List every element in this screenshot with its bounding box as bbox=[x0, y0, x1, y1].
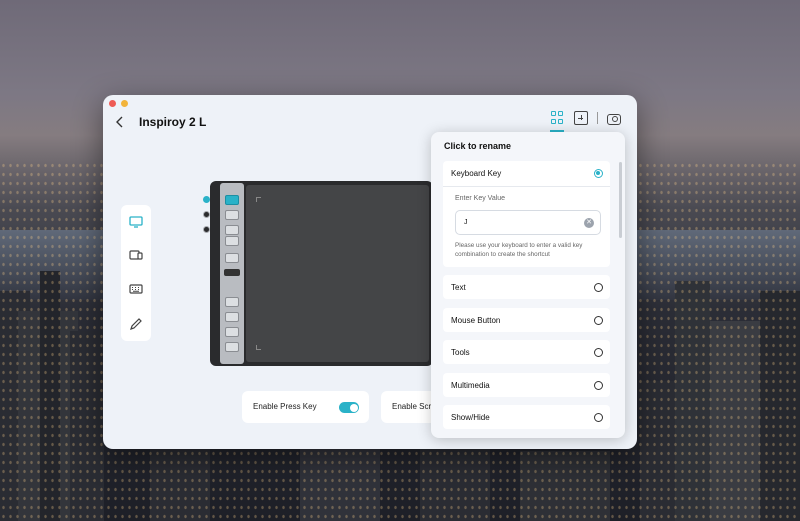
tablet-preview bbox=[203, 181, 433, 366]
option-mouse-button[interactable]: Mouse Button bbox=[443, 308, 610, 332]
minimize-window-button[interactable] bbox=[121, 100, 128, 107]
mouse-button-radio[interactable] bbox=[594, 315, 603, 325]
tools-radio[interactable] bbox=[594, 347, 603, 357]
rename-title[interactable]: Click to rename bbox=[444, 141, 511, 151]
grid-icon[interactable] bbox=[550, 111, 565, 132]
express-key-6[interactable] bbox=[225, 297, 239, 307]
option-text[interactable]: Text bbox=[443, 275, 610, 299]
option-multimedia-label: Multimedia bbox=[451, 381, 490, 390]
page-title: Inspiroy 2 L bbox=[139, 115, 207, 129]
express-key-2[interactable] bbox=[225, 210, 239, 220]
option-show-hide-label: Show/Hide bbox=[451, 413, 490, 422]
multimedia-radio[interactable] bbox=[594, 380, 603, 390]
express-key-dial bbox=[224, 269, 240, 276]
clear-icon[interactable]: ✕ bbox=[584, 218, 594, 228]
camera-icon[interactable] bbox=[607, 113, 621, 125]
enable-press-key-toggle[interactable] bbox=[339, 402, 359, 413]
option-tools[interactable]: Tools bbox=[443, 340, 610, 364]
express-key-7[interactable] bbox=[225, 312, 239, 322]
option-show-hide[interactable]: Show/Hide bbox=[443, 405, 610, 429]
toolbar bbox=[550, 111, 621, 132]
monitor-icon bbox=[129, 216, 143, 228]
keyboard-icon bbox=[129, 284, 143, 294]
option-tools-label: Tools bbox=[451, 348, 470, 357]
sidebar-item-keyboard[interactable] bbox=[127, 280, 145, 298]
key-group-dot-2[interactable] bbox=[203, 211, 210, 218]
toolbar-divider bbox=[597, 112, 598, 124]
express-key-strip bbox=[220, 183, 244, 364]
add-icon[interactable] bbox=[574, 111, 588, 125]
option-mouse-button-label: Mouse Button bbox=[451, 316, 501, 325]
express-key-1[interactable] bbox=[225, 195, 239, 205]
sidebar-item-devices[interactable] bbox=[127, 246, 145, 264]
express-key-4[interactable] bbox=[225, 236, 239, 246]
sidebar-item-display[interactable] bbox=[127, 213, 145, 231]
popover-scrollbar[interactable] bbox=[619, 162, 622, 238]
chevron-left-icon bbox=[116, 116, 123, 128]
option-keyboard-key-label: Keyboard Key bbox=[451, 169, 502, 178]
key-value-caption: Enter Key Value bbox=[455, 195, 506, 202]
close-window-button[interactable] bbox=[109, 100, 116, 107]
key-function-popover: Click to rename Keyboard Key Enter Key V… bbox=[431, 132, 625, 438]
enable-press-key-card: Enable Press Key bbox=[242, 391, 369, 423]
key-value-text: J bbox=[464, 219, 468, 226]
back-button[interactable] bbox=[116, 115, 124, 131]
express-key-3[interactable] bbox=[225, 225, 239, 235]
text-radio[interactable] bbox=[594, 282, 603, 292]
express-key-5[interactable] bbox=[225, 253, 239, 263]
divider bbox=[443, 186, 610, 187]
option-multimedia[interactable]: Multimedia bbox=[443, 373, 610, 397]
window-controls bbox=[109, 100, 128, 107]
sidebar-item-pen[interactable] bbox=[127, 315, 145, 333]
express-key-9[interactable] bbox=[225, 342, 239, 352]
key-group-dot-1[interactable] bbox=[203, 196, 210, 203]
key-group-dot-3[interactable] bbox=[203, 226, 210, 233]
enable-press-key-label: Enable Press Key bbox=[253, 402, 317, 411]
keyboard-key-radio[interactable] bbox=[594, 169, 603, 178]
key-value-help: Please use your keyboard to enter a vali… bbox=[455, 242, 583, 258]
sidebar bbox=[121, 205, 151, 341]
tablet-active-area bbox=[246, 185, 429, 362]
option-text-label: Text bbox=[451, 283, 466, 292]
pen-icon bbox=[130, 318, 142, 330]
show-hide-radio[interactable] bbox=[594, 412, 603, 422]
express-key-8[interactable] bbox=[225, 327, 239, 337]
enable-scroll-label: Enable Scr bbox=[392, 402, 432, 411]
devices-icon bbox=[129, 250, 143, 260]
option-keyboard-key[interactable]: Keyboard Key Enter Key Value J ✕ Please … bbox=[443, 161, 610, 267]
key-value-input[interactable]: J ✕ bbox=[455, 210, 601, 235]
